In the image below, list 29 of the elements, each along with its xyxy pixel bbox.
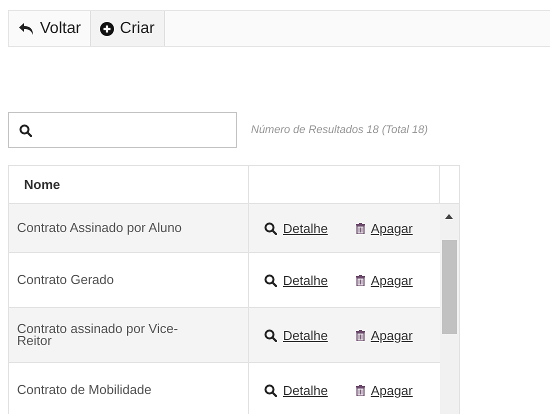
search-icon bbox=[264, 328, 277, 342]
plus-circle-icon bbox=[100, 22, 114, 36]
search-field[interactable] bbox=[8, 112, 237, 148]
detail-link[interactable]: Detalhe bbox=[264, 220, 328, 236]
create-button[interactable]: Criar bbox=[90, 11, 165, 46]
search-icon bbox=[264, 384, 277, 396]
search-icon bbox=[264, 222, 277, 234]
delete-link[interactable]: Apagar bbox=[356, 272, 413, 288]
reply-arrow-icon bbox=[18, 22, 34, 36]
name-text: Contrato Assinado por Aluno bbox=[17, 222, 182, 234]
delete-link[interactable]: Apagar bbox=[356, 220, 413, 236]
detail-link[interactable]: Detalhe bbox=[264, 328, 328, 342]
trash-icon bbox=[356, 330, 365, 340]
result-count: Número de Resultados 18 (Total 18) bbox=[251, 124, 428, 136]
delete-link[interactable]: Apagar bbox=[356, 382, 413, 398]
detail-link[interactable]: Detalhe bbox=[264, 272, 328, 288]
name-text: Contrato de Mobilidade bbox=[17, 384, 152, 396]
delete-link[interactable]: Apagar bbox=[356, 328, 413, 342]
trash-icon bbox=[356, 274, 365, 286]
search-icon bbox=[19, 124, 32, 136]
trash-icon bbox=[356, 384, 365, 396]
scroll-up-icon[interactable] bbox=[445, 214, 453, 219]
scrollbar-thumb[interactable] bbox=[442, 240, 457, 334]
detail-link[interactable]: Detalhe bbox=[264, 382, 328, 398]
search-icon bbox=[264, 274, 277, 286]
name-text: Contrato assinado por Vice-Reitor bbox=[17, 323, 179, 347]
name-text: Contrato Gerado bbox=[17, 274, 114, 286]
trash-icon bbox=[356, 222, 365, 234]
scrollbar[interactable] bbox=[440, 204, 459, 414]
